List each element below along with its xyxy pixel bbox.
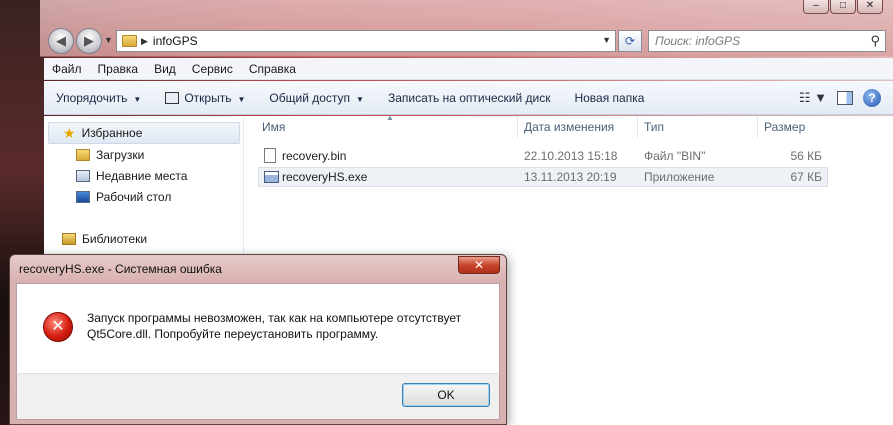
minimize-button[interactable]: – [803,0,829,14]
ok-button[interactable]: OK [402,383,490,407]
sidebar-item-downloads[interactable]: Загрузки [76,148,144,162]
menu-edit[interactable]: Правка [90,62,147,76]
open-button[interactable]: Открыть ▼ [153,91,257,105]
dialog-footer: OK [16,373,500,420]
sidebar-item-label: Рабочий стол [96,190,172,204]
star-icon: ★ [63,124,76,141]
share-button[interactable]: Общий доступ ▼ [257,91,376,105]
recent-places-icon [76,170,90,182]
sidebar-item-recent[interactable]: Недавние места [76,169,187,183]
organize-button[interactable]: Упорядочить ▼ [44,91,153,105]
folder-icon [122,35,137,47]
sidebar-item-label: Избранное [81,126,143,140]
sidebar-item-label: Недавние места [96,169,188,183]
file-name: recoveryHS.exe [282,170,368,184]
toolbar-right: ☷ ▼ ? [799,81,893,115]
dialog-title: recoveryHS.exe - Системная ошибка [19,262,222,276]
menu-tools[interactable]: Сервис [184,62,241,76]
application-icon [264,171,279,183]
burn-button[interactable]: Записать на оптический диск [376,91,563,105]
file-size: 67 КБ [790,170,822,184]
file-date: 22.10.2013 15:18 [524,149,618,163]
file-type: Файл "BIN" [644,149,706,163]
table-row[interactable]: recovery.bin 22.10.2013 15:18 Файл "BIN"… [258,146,828,166]
breadcrumb-infogps[interactable]: infoGPS [153,34,198,48]
address-dropdown-icon[interactable]: ▼ [602,35,611,45]
sidebar-item-label: Библиотеки [82,232,148,246]
new-folder-button[interactable]: Новая папка [562,91,656,105]
breadcrumb-separator-icon[interactable]: ▶ [141,36,148,47]
menu-help[interactable]: Справка [241,62,304,76]
recent-pages-dropdown[interactable]: ▼ [104,35,113,45]
sidebar-item-desktop[interactable]: Рабочий стол [76,190,171,204]
column-header-size[interactable]: Размер [758,116,838,138]
error-message: Запуск программы невозможен, так как на … [87,311,462,341]
sidebar-item-favorites[interactable]: ★ Избранное [48,122,240,144]
column-header-type[interactable]: Тип [638,116,758,138]
preview-pane-icon[interactable] [837,91,853,105]
menu-file[interactable]: Файл [44,62,90,76]
refresh-button[interactable]: ⟳ [618,30,642,52]
close-icon: ✕ [473,258,485,272]
address-row: ◀ ▶ ▼ ▶ infoGPS ▼ ⟳ Поиск: infoGPS ⚲ [44,26,893,56]
error-icon: ✕ [43,312,73,342]
share-label: Общий доступ [269,90,351,105]
chevron-down-icon: ▼ [356,94,364,104]
sidebar-item-label: Загрузки [96,148,145,162]
arrow-left-icon: ◀ [56,33,66,48]
file-icon [264,148,276,163]
file-date: 13.11.2013 20:19 [524,170,617,184]
help-icon[interactable]: ? [863,89,881,107]
file-name: recovery.bin [282,149,347,163]
view-options-icon[interactable]: ☷ ▼ [799,90,827,106]
menu-view[interactable]: Вид [146,62,184,76]
sidebar-item-libraries[interactable]: Библиотеки [62,232,147,246]
search-input[interactable]: Поиск: infoGPS ⚲ [648,30,886,52]
command-bar: Упорядочить ▼ Открыть ▼ Общий доступ ▼ Запи… [44,81,893,115]
file-size: 56 КБ [790,149,822,163]
dialog-body: ✕ Запуск программы невозможен, так как н… [16,283,500,373]
chevron-down-icon: ▼ [133,94,142,104]
forward-button[interactable]: ▶ [76,28,102,54]
arrow-right-icon: ▶ [84,33,94,48]
downloads-folder-icon [76,149,90,161]
search-placeholder: Поиск: infoGPS [655,34,741,48]
desktop-icon [76,191,90,203]
menu-bar: Файл Правка Вид Сервис Справка [44,58,893,80]
dialog-close-button[interactable]: ✕ [458,256,500,274]
file-type: Приложение [644,170,715,184]
open-label: Открыть [184,90,232,105]
back-button[interactable]: ◀ [48,28,74,54]
maximize-button[interactable]: □ [830,0,856,14]
search-icon[interactable]: ⚲ [870,33,880,49]
organize-label: Упорядочить [56,90,128,105]
close-button[interactable]: ✕ [857,0,883,14]
address-bar[interactable]: ▶ infoGPS ▼ [116,30,616,52]
column-header-name[interactable]: Имя [256,116,518,138]
window-caption-buttons: – □ ✕ [803,0,883,14]
system-error-dialog: recoveryHS.exe - Системная ошибка ✕ ✕ За… [9,254,507,425]
refresh-icon: ⟳ [624,34,636,48]
chevron-down-icon: ▼ [237,94,246,104]
table-row[interactable]: recoveryHS.exe 13.11.2013 20:19 Приложен… [258,167,828,187]
libraries-icon [62,233,76,245]
column-header-date[interactable]: Дата изменения [518,116,638,138]
open-icon [165,91,180,104]
